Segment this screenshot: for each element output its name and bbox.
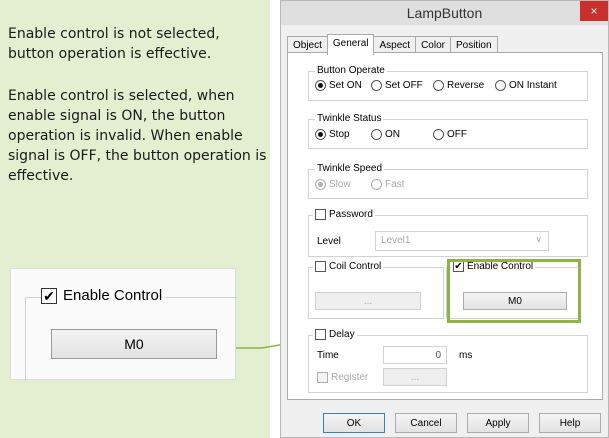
checkmark-icon: ✔ (41, 287, 57, 304)
twinkle-speed-legend: Twinkle Speed (315, 163, 385, 174)
level-select[interactable]: Level1 ∨ (375, 231, 549, 251)
register-button[interactable]: ... (383, 368, 447, 386)
level-select-value: Level1 (381, 235, 411, 246)
close-button[interactable]: × (580, 1, 608, 21)
zoom-m0-button: M0 (51, 329, 217, 359)
radio-reverse-label: Reverse (447, 80, 485, 91)
password-checkbox[interactable]: Password (313, 209, 375, 220)
radio-reverse[interactable]: Reverse (433, 80, 484, 91)
coil-control-checkbox[interactable]: Coil Control (313, 261, 384, 272)
chevron-down-icon: ∨ (535, 234, 542, 244)
coil-control-label: Coil Control (329, 261, 382, 272)
radio-empty-icon (433, 80, 444, 91)
twinkle-status-group: Twinkle Status Stop ON OFF (308, 113, 588, 149)
register-checkbox[interactable]: Register (317, 372, 368, 383)
annotation-panel: Enable control is not selected, button o… (0, 0, 270, 438)
button-operate-legend: Button Operate (315, 65, 387, 76)
ok-button[interactable]: OK (323, 413, 385, 433)
zoom-enable-control-checkbox: ✔ Enable Control (41, 287, 167, 304)
radio-stop[interactable]: Stop (315, 129, 350, 140)
enable-control-group: ✔ Enable Control M0 (446, 261, 580, 319)
dialog-title: LampButton (406, 5, 483, 21)
checkbox-empty-icon (315, 261, 326, 272)
radio-twinkle-off-label: OFF (447, 129, 467, 140)
delay-group: Delay Time 0 ms Register ... (308, 329, 588, 393)
radio-on-instant-label: ON Instant (509, 80, 557, 91)
radio-twinkle-on[interactable]: ON (371, 129, 400, 140)
radio-twinkle-on-label: ON (385, 129, 400, 140)
radio-empty-icon (371, 80, 382, 91)
radio-empty-icon (495, 80, 506, 91)
enable-control-label: Enable Control (467, 261, 534, 272)
radio-slow[interactable]: Slow (315, 179, 351, 190)
radio-empty-icon (371, 129, 382, 140)
checkmark-icon: ✔ (453, 260, 464, 272)
delay-checkbox[interactable]: Delay (313, 329, 357, 340)
time-unit: ms (459, 350, 473, 361)
radio-twinkle-off[interactable]: OFF (433, 129, 467, 140)
tab-strip: Object General Aspect Color Position (287, 33, 498, 55)
note-paragraph-2: Enable control is selected, when enable … (8, 88, 267, 184)
radio-stop-label: Stop (329, 129, 350, 140)
coil-control-group: Coil Control ... (308, 261, 444, 319)
radio-set-on[interactable]: Set ON (315, 80, 362, 91)
tab-general[interactable]: General (326, 34, 375, 55)
twinkle-status-legend: Twinkle Status (315, 113, 384, 124)
checkbox-empty-icon (317, 372, 328, 383)
radio-slow-label: Slow (329, 179, 351, 190)
password-label: Password (329, 209, 373, 220)
register-label: Register (331, 372, 369, 383)
radio-selected-icon (315, 179, 326, 190)
level-label: Level (317, 236, 341, 247)
apply-button[interactable]: Apply (467, 413, 529, 433)
zoom-enable-control-label: Enable Control (63, 287, 163, 304)
delay-label: Delay (329, 329, 355, 340)
lampbutton-dialog: LampButton × Object General Aspect Color… (280, 0, 609, 438)
checkbox-empty-icon (315, 209, 326, 220)
radio-empty-icon (433, 129, 444, 140)
radio-selected-icon (315, 80, 326, 91)
radio-set-off-label: Set OFF (385, 80, 423, 91)
general-tab-panel: Button Operate Set ON Set OFF Reverse ON… (287, 52, 603, 400)
time-input[interactable]: 0 (383, 346, 447, 364)
note-paragraph-1: Enable control is not selected, button o… (8, 26, 220, 62)
password-group: Password Level Level1 ∨ (308, 209, 588, 257)
title-bar: LampButton × (281, 1, 608, 25)
radio-empty-icon (371, 179, 382, 190)
radio-selected-icon (315, 129, 326, 140)
button-operate-group: Button Operate Set ON Set OFF Reverse ON… (308, 65, 588, 101)
twinkle-speed-group: Twinkle Speed Slow Fast (308, 163, 588, 199)
radio-fast[interactable]: Fast (371, 179, 404, 190)
radio-set-off[interactable]: Set OFF (371, 80, 423, 91)
enable-control-checkbox[interactable]: ✔ Enable Control (451, 260, 536, 272)
coil-control-button[interactable]: ... (315, 292, 421, 310)
zoom-group-border-left (25, 297, 26, 381)
radio-on-instant[interactable]: ON Instant (495, 80, 557, 91)
checkbox-empty-icon (315, 329, 326, 340)
enable-control-m0-button[interactable]: M0 (463, 292, 567, 310)
radio-fast-label: Fast (385, 179, 405, 190)
zoomed-enable-control: ✔ Enable Control M0 (10, 268, 237, 381)
radio-set-on-label: Set ON (329, 80, 362, 91)
help-button[interactable]: Help (539, 413, 601, 433)
time-label: Time (317, 350, 339, 361)
cancel-button[interactable]: Cancel (395, 413, 457, 433)
